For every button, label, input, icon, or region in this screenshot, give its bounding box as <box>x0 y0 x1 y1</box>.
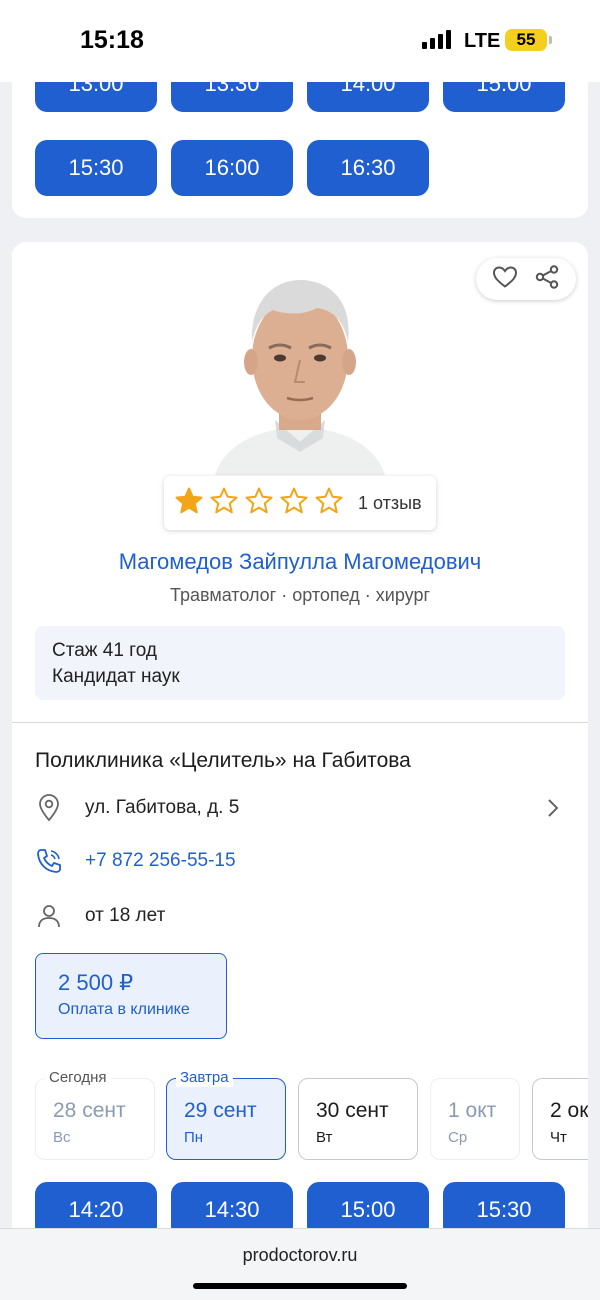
date-tile-weekday: Вс <box>53 1129 71 1146</box>
rating-box[interactable]: 1 отзыв <box>164 476 436 530</box>
address-bar-url[interactable]: prodoctorov.ru <box>0 1245 600 1266</box>
phone-icon <box>35 847 63 875</box>
doctor-info-box: Стаж 41 год Кандидат наук <box>35 626 565 700</box>
date-tile-date: 28 сент <box>53 1099 126 1122</box>
browser-bottom-bar: prodoctorov.ru <box>0 1228 600 1300</box>
experience: Стаж 41 год <box>52 640 157 661</box>
patient-age: от 18 лет <box>85 905 166 926</box>
clinic-address: ул. Габитова, д. 5 <box>85 797 240 818</box>
payment-note: Оплата в клинике <box>58 1001 190 1018</box>
actions-pill <box>476 258 576 300</box>
clinic-address-row[interactable]: ул. Габитова, д. 5 <box>35 792 565 824</box>
doctor-card: 1 отзыв Магомедов Зайпулла Магомедович Т… <box>12 242 588 1252</box>
doctor-photo <box>195 270 405 475</box>
date-tile-label: Завтра <box>176 1069 233 1087</box>
clinic-name: Поликлиника «Целитель» на Габитова <box>35 749 411 772</box>
status-time: 15:18 <box>80 26 144 54</box>
star-empty-icon <box>279 486 309 521</box>
battery-icon: 55 <box>505 29 547 51</box>
signal-icon <box>422 30 451 49</box>
status-bar: 15:18 LTE 55 <box>0 0 600 82</box>
clinic-phone-row[interactable]: +7 872 256-55-15 <box>35 845 565 877</box>
date-tile-weekday: Пн <box>184 1129 204 1146</box>
date-tile-weekday: Вт <box>316 1129 333 1146</box>
date-tile-weekday: Чт <box>550 1129 567 1146</box>
date-tile-date: 1 окт <box>448 1099 497 1122</box>
date-tile-weekday: Ср <box>448 1129 468 1146</box>
doctor-specialties: Травматолог · ортопед · хирург <box>169 585 431 605</box>
price-option[interactable]: 2 500 ₽ Оплата в клинике <box>35 953 227 1039</box>
time-slot[interactable]: 15:30 <box>35 140 157 196</box>
date-tile-label: Сегодня <box>45 1069 111 1087</box>
price-value: 2 500 ₽ <box>58 970 134 995</box>
date-tile[interactable]: 30 сент Вт <box>298 1078 418 1160</box>
date-tile[interactable]: 1 окт Ср <box>430 1078 520 1160</box>
share-icon[interactable] <box>534 264 560 295</box>
rating-stars <box>174 486 344 521</box>
date-tile[interactable]: Сегодня 28 сент Вс <box>35 1069 155 1160</box>
date-tile-date: 29 сент <box>184 1099 257 1122</box>
network-type: LTE <box>464 30 501 52</box>
date-tile-date: 2 окт <box>550 1099 588 1122</box>
home-indicator[interactable] <box>193 1283 407 1289</box>
date-tile-selected[interactable]: Завтра 29 сент Пн <box>166 1069 286 1160</box>
review-count[interactable]: 1 отзыв <box>358 493 422 514</box>
date-tile-date: 30 сент <box>316 1099 389 1122</box>
clinic-phone[interactable]: +7 872 256-55-15 <box>85 850 236 872</box>
time-slot[interactable]: 16:30 <box>307 140 429 196</box>
person-icon <box>35 902 63 930</box>
doctor-name[interactable]: Магомедов Зайпулла Магомедович <box>12 549 588 575</box>
star-empty-icon <box>209 486 239 521</box>
time-slot[interactable]: 16:00 <box>171 140 293 196</box>
heart-icon[interactable] <box>492 265 518 294</box>
chevron-right-icon <box>547 798 559 823</box>
academic-degree: Кандидат наук <box>52 666 180 687</box>
star-empty-icon <box>314 486 344 521</box>
star-filled-icon <box>174 486 204 521</box>
location-pin-icon <box>35 794 63 822</box>
divider <box>12 722 588 723</box>
patient-age-row: от 18 лет <box>35 900 565 932</box>
date-tile[interactable]: 2 окт Чт <box>532 1078 588 1160</box>
battery-tip <box>549 36 552 44</box>
star-empty-icon <box>244 486 274 521</box>
